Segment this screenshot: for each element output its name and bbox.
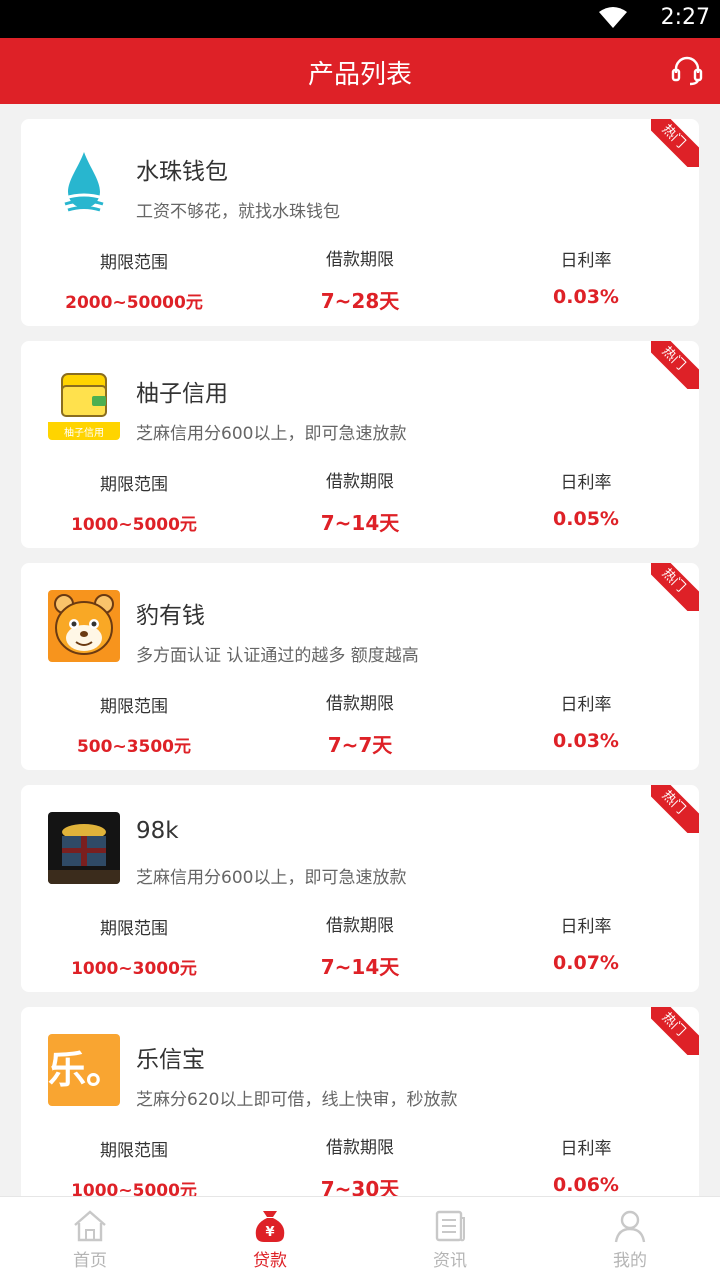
water-drop-logo	[48, 146, 120, 218]
product-name: 乐信宝	[136, 1047, 205, 1073]
rate-label: 日利率	[560, 695, 612, 715]
range-value: 2000~50000元	[65, 293, 203, 313]
range-value: 1000~3000元	[71, 959, 197, 979]
hot-badge-label: 热门	[651, 1007, 699, 1055]
product-card[interactable]: 乐。 乐信宝 芝麻分620以上即可借，线上快审，秒放款 期限范围 借款期限 日利…	[21, 1007, 699, 1196]
header: 产品列表	[0, 38, 720, 104]
rate-value: 0.07%	[553, 952, 619, 974]
range-label: 期限范围	[100, 697, 168, 717]
rate-label: 日利率	[560, 473, 612, 493]
term-label: 借款期限	[326, 694, 394, 714]
product-card[interactable]: 98k 芝麻信用分600以上，即可急速放款 期限范围 借款期限 日利率 1000…	[21, 785, 699, 992]
wifi-icon	[599, 7, 627, 28]
hot-badge-label: 热门	[651, 785, 699, 833]
product-desc: 芝麻信用分600以上，即可急速放款	[136, 424, 407, 444]
product-card[interactable]: 柚子信用 柚子信用 芝麻信用分600以上，即可急速放款 期限范围 借款期限 日利…	[21, 341, 699, 548]
wallet-logo-text: 柚子信用	[64, 428, 104, 439]
product-name: 豹有钱	[136, 603, 205, 629]
tab-label: 贷款	[253, 1251, 287, 1271]
rate-label: 日利率	[560, 251, 612, 271]
product-card[interactable]: 水珠钱包 工资不够花，就找水珠钱包 期限范围 借款期限 日利率 2000~500…	[21, 119, 699, 326]
term-value: 7~30天	[320, 1177, 400, 1196]
range-value: 1000~5000元	[71, 515, 197, 535]
lexinbao-logo-text: 乐。	[48, 1048, 120, 1092]
term-value: 7~28天	[320, 289, 400, 313]
hot-badge: 热门	[651, 785, 699, 833]
product-name: 水珠钱包	[136, 159, 228, 185]
lexinbao-logo: 乐。	[48, 1034, 120, 1106]
product-desc: 工资不够花，就找水珠钱包	[136, 202, 340, 222]
range-value: 1000~5000元	[71, 1181, 197, 1196]
rate-value: 0.05%	[553, 508, 619, 530]
term-label: 借款期限	[326, 472, 394, 492]
range-label: 期限范围	[100, 1141, 168, 1161]
rate-value: 0.03%	[553, 730, 619, 752]
product-name: 98k	[136, 818, 179, 844]
hot-badge-label: 热门	[651, 563, 699, 611]
product-desc: 芝麻信用分600以上，即可急速放款	[136, 868, 407, 888]
product-desc: 多方面认证 认证通过的越多 额度越高	[136, 646, 419, 666]
term-value: 7~14天	[320, 511, 400, 535]
tab-label: 我的	[613, 1251, 647, 1271]
page-title: 产品列表	[307, 60, 412, 90]
tab-news[interactable]: 资讯	[360, 1197, 540, 1280]
term-label: 借款期限	[326, 1138, 394, 1158]
hot-badge: 热门	[651, 563, 699, 611]
rate-label: 日利率	[560, 1139, 612, 1159]
hot-badge: 热门	[651, 1007, 699, 1055]
tab-home[interactable]: 首页	[0, 1197, 180, 1280]
product-card[interactable]: 豹有钱 多方面认证 认证通过的越多 额度越高 期限范围 借款期限 日利率 500…	[21, 563, 699, 770]
wallet-logo: 柚子信用	[48, 368, 120, 440]
rate-value: 0.03%	[553, 286, 619, 308]
tab-loan[interactable]: ¥ 贷款	[180, 1197, 360, 1280]
product-name: 柚子信用	[136, 381, 228, 407]
range-label: 期限范围	[100, 253, 168, 273]
tab-mine[interactable]: 我的	[540, 1197, 720, 1280]
tab-label: 首页	[73, 1251, 107, 1271]
home-icon	[74, 1210, 106, 1242]
rate-label: 日利率	[560, 917, 612, 937]
product-list: 水珠钱包 工资不够花，就找水珠钱包 期限范围 借款期限 日利率 2000~500…	[0, 104, 720, 1196]
bottom-tab-bar: 首页 ¥ 贷款 资讯 我的	[0, 1196, 720, 1280]
status-bar: 2:27	[0, 0, 720, 38]
svg-text:¥: ¥	[265, 1225, 274, 1240]
hot-badge: 热门	[651, 119, 699, 167]
customer-service-icon[interactable]	[670, 53, 704, 87]
money-bag-icon: ¥	[255, 1211, 285, 1242]
hot-badge-label: 热门	[651, 341, 699, 389]
crate-logo	[48, 812, 120, 884]
term-value: 7~14天	[320, 955, 400, 979]
profile-icon	[614, 1210, 646, 1243]
range-label: 期限范围	[100, 475, 168, 495]
hot-badge: 热门	[651, 341, 699, 389]
status-time: 2:27	[660, 5, 710, 30]
term-label: 借款期限	[326, 250, 394, 270]
range-label: 期限范围	[100, 919, 168, 939]
product-desc: 芝麻分620以上即可借，线上快审，秒放款	[136, 1090, 458, 1110]
term-value: 7~7天	[327, 733, 393, 757]
hot-badge-label: 热门	[651, 119, 699, 167]
term-label: 借款期限	[326, 916, 394, 936]
tiger-logo	[48, 590, 120, 662]
range-value: 500~3500元	[76, 737, 192, 757]
rate-value: 0.06%	[553, 1174, 619, 1196]
tab-label: 资讯	[433, 1251, 467, 1271]
news-icon	[435, 1210, 465, 1242]
